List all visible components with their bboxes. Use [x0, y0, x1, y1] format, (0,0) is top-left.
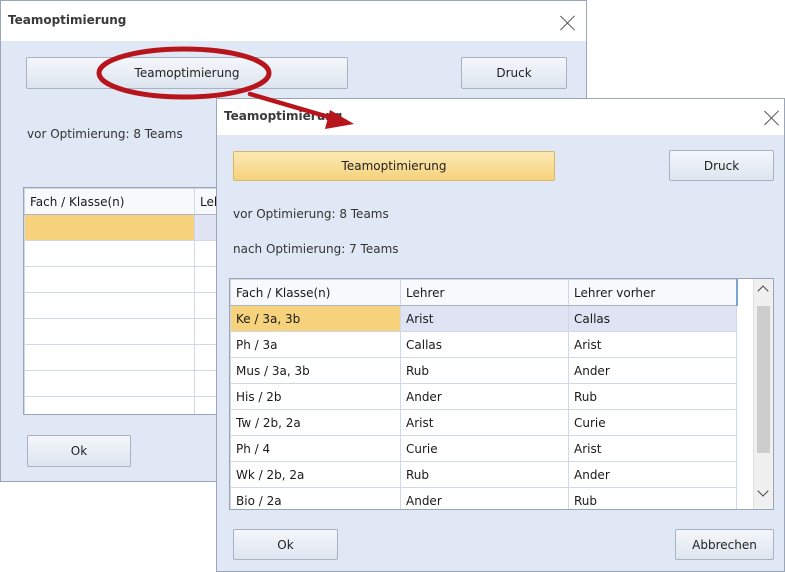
table-cell[interactable]: Bio / 2a	[230, 487, 401, 509]
close-icon[interactable]	[763, 109, 781, 127]
table-cell[interactable]: Mus / 3a, 3b	[230, 357, 401, 384]
column-header-teacher[interactable]: Lehrer	[400, 279, 569, 306]
table-cell[interactable]: Curie	[568, 409, 737, 436]
scroll-up-icon[interactable]	[757, 285, 769, 297]
scroll-down-icon[interactable]	[757, 485, 769, 497]
table-row[interactable]: Tw / 2b, 2a Arist Curie	[230, 409, 737, 436]
close-icon[interactable]	[559, 14, 577, 32]
table-row[interactable]: Ph / 3a Callas Arist	[230, 331, 737, 358]
table-cell[interactable]: Wk / 2b, 2a	[230, 461, 401, 488]
table-row[interactable]: His / 2b Ander Rub	[230, 383, 737, 410]
table-cell[interactable]: Ander	[400, 487, 569, 509]
front-optimize-label: Teamoptimierung	[341, 159, 447, 173]
back-dialog-title: Teamoptimierung	[8, 13, 127, 27]
back-titlebar: Teamoptimierung	[1, 1, 586, 41]
front-print-button[interactable]: Druck	[669, 150, 774, 181]
table-header: Fach / Klasse(n) Lehrer Lehrer vorher	[230, 279, 738, 306]
table-row[interactable]	[24, 240, 222, 267]
table-cell[interactable]: Ander	[568, 357, 737, 384]
table-cell[interactable]: Rub	[568, 383, 737, 410]
table-cell[interactable]: His / 2b	[230, 383, 401, 410]
table-row[interactable]: Bio / 2a Ander Rub	[230, 487, 737, 509]
table-cell[interactable]: Rub	[400, 461, 569, 488]
front-ok-label: Ok	[277, 537, 294, 552]
table-row[interactable]	[24, 214, 222, 241]
front-after-label: nach Optimierung: 7 Teams	[233, 242, 399, 256]
assignments-table: Fach / Klasse(n) Lehrer Lehrer vorher Ke…	[230, 279, 738, 509]
table-row[interactable]: Ph / 4 Curie Arist	[230, 435, 737, 462]
column-header-teacher-before[interactable]: Lehrer vorher	[568, 279, 738, 306]
table-cell[interactable]: Arist	[400, 409, 569, 436]
back-ok-button[interactable]: Ok	[27, 435, 131, 467]
back-optimize-button[interactable]: Teamoptimierung	[26, 57, 348, 89]
table-cell[interactable]: Callas	[568, 305, 737, 332]
table-cell[interactable]: Ke / 3a, 3b	[230, 305, 401, 332]
table-row[interactable]: Wk / 2b, 2a Rub Ander	[230, 461, 737, 488]
table-row[interactable]	[24, 370, 222, 397]
table-row[interactable]	[24, 344, 222, 371]
table-cell[interactable]: Callas	[400, 331, 569, 358]
front-print-label: Druck	[703, 158, 740, 173]
back-print-button[interactable]: Druck	[461, 57, 567, 89]
front-cancel-label: Abbrechen	[692, 537, 757, 552]
table-row[interactable]	[24, 292, 222, 319]
table-row[interactable]	[24, 266, 222, 293]
back-table: Fach / Klasse(n) Leh	[23, 187, 223, 415]
table-row[interactable]: Ke / 3a, 3b Arist Callas	[230, 305, 737, 332]
table-cell[interactable]: Tw / 2b, 2a	[230, 409, 401, 436]
table-cell[interactable]: Ander	[400, 383, 569, 410]
back-before-label: vor Optimierung: 8 Teams	[27, 127, 183, 141]
table-cell[interactable]: Arist	[568, 331, 737, 358]
table-header: Fach / Klasse(n) Leh	[24, 188, 222, 215]
front-dialog: Teamoptimierung Teamoptimierung Druck vo…	[216, 98, 785, 572]
table-cell[interactable]: Arist	[568, 435, 737, 462]
table-cell[interactable]: Arist	[400, 305, 569, 332]
back-optimize-label: Teamoptimierung	[134, 66, 240, 80]
front-optimize-button[interactable]: Teamoptimierung	[233, 151, 555, 181]
front-titlebar: Teamoptimierung	[217, 99, 784, 135]
front-table: Fach / Klasse(n) Lehrer Lehrer vorher Ke…	[229, 278, 774, 510]
table-cell[interactable]: Ph / 4	[230, 435, 401, 462]
table-row[interactable]	[24, 318, 222, 345]
table-row[interactable]	[24, 396, 222, 414]
table-cell[interactable]: Curie	[400, 435, 569, 462]
table-cell[interactable]: Rub	[400, 357, 569, 384]
scrollbar-thumb[interactable]	[757, 306, 770, 453]
front-cancel-button[interactable]: Abbrechen	[675, 529, 774, 560]
front-before-label: vor Optimierung: 8 Teams	[233, 207, 389, 221]
column-header-subject[interactable]: Fach / Klasse(n)	[230, 279, 401, 306]
back-ok-label: Ok	[70, 444, 88, 458]
table-cell[interactable]: Rub	[568, 487, 737, 509]
table-row[interactable]: Mus / 3a, 3b Rub Ander	[230, 357, 737, 384]
back-print-label: Druck	[496, 66, 532, 80]
column-header[interactable]: Fach / Klasse(n)	[24, 188, 195, 215]
front-dialog-title: Teamoptimierung	[224, 109, 343, 123]
vertical-scrollbar[interactable]	[753, 279, 773, 509]
front-ok-button[interactable]: Ok	[233, 529, 338, 560]
table-cell[interactable]: Ph / 3a	[230, 331, 401, 358]
table-cell[interactable]: Ander	[568, 461, 737, 488]
